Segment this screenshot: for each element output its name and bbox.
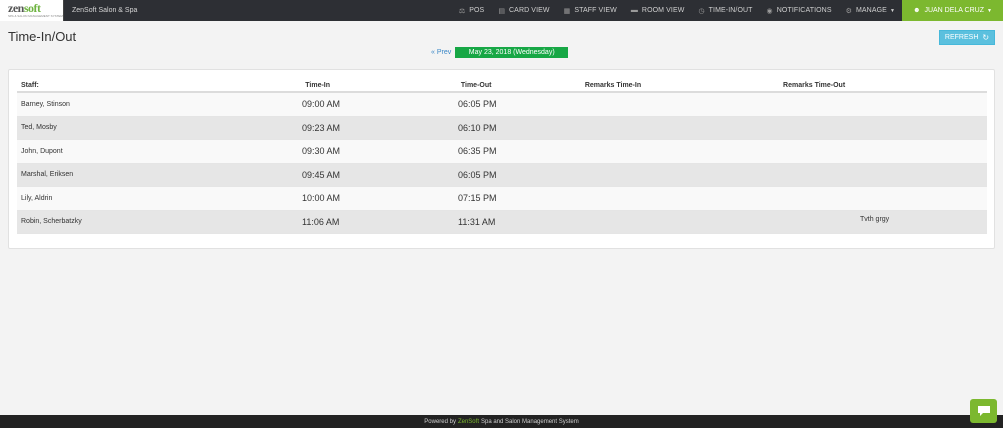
cell-time-in: 09:00 AM xyxy=(302,99,341,110)
cell-time-out: 06:05 PM xyxy=(458,169,497,180)
time-in-out-panel: Staff: Time-In Time-Out Remarks Time-In … xyxy=(8,69,995,249)
scale-icon: ⚖ xyxy=(458,7,466,15)
cell-staff: Lily, Aldrin xyxy=(21,194,53,202)
cell-time-in: 11:06 AM xyxy=(302,216,340,227)
table-row: Robin, Scherbatzky 11:06 AM 11:31 AM Tvt… xyxy=(17,210,987,234)
caret-down-icon: ▼ xyxy=(889,7,895,14)
user-icon: ☻ xyxy=(913,7,921,14)
date-navigator: « Prev May 23, 2018 (Wednesday) xyxy=(431,47,569,58)
nav-menu: ⚖ POS ▤ CARD VIEW ▦ STAFF VIEW ▬ ROOM VI… xyxy=(452,0,1003,21)
calendar-icon: ▦ xyxy=(563,7,571,15)
table-row: Lily, Aldrin 10:00 AM 07:15 PM xyxy=(17,187,987,211)
cell-time-out: 11:31 AM xyxy=(458,216,496,227)
header-remarks-time-out: Remarks Time-Out xyxy=(783,81,846,89)
cell-remarks-time-out: Tvth grgy xyxy=(860,215,890,223)
bed-icon: ▬ xyxy=(630,7,638,14)
gear-icon: ⚙ xyxy=(845,7,852,15)
page-title: Time-In/Out xyxy=(8,29,77,44)
refresh-button[interactable]: REFRESH ↻ xyxy=(939,30,995,45)
cell-staff: Ted, Mosby xyxy=(21,124,57,132)
nav-item-room-view[interactable]: ▬ ROOM VIEW xyxy=(624,0,692,21)
clock-icon: ◷ xyxy=(698,7,705,15)
shop-name: ZenSoft Salon & Spa xyxy=(72,7,138,14)
table-row: John, Dupont 09:30 AM 06:35 PM xyxy=(17,140,987,164)
card-icon: ▤ xyxy=(498,7,506,15)
table-row: Barney, Stinson 09:00 AM 06:05 PM xyxy=(17,93,987,117)
chat-button[interactable] xyxy=(970,399,997,423)
cell-time-in: 10:00 AM xyxy=(302,193,341,204)
table-row: Marshal, Eriksen 09:45 AM 06:05 PM xyxy=(17,163,987,187)
cell-staff: Barney, Stinson xyxy=(21,100,70,108)
nav-item-time-in-out[interactable]: ◷ TIME-IN/OUT xyxy=(691,0,759,21)
cell-staff: Marshal, Eriksen xyxy=(21,171,74,179)
user-menu-button[interactable]: ☻ JUAN DELA CRUZ ▼ xyxy=(902,0,1003,21)
nav-item-pos[interactable]: ⚖ POS xyxy=(452,0,491,21)
brand-logo[interactable]: zensoft SPA & SALON MANAGEMENT SYSTEM xyxy=(0,0,64,21)
bell-icon: ◉ xyxy=(766,7,773,15)
cell-staff: Robin, Scherbatzky xyxy=(21,218,82,226)
cell-time-out: 06:10 PM xyxy=(458,122,497,133)
cell-time-out: 06:35 PM xyxy=(458,146,497,157)
header-time-out: Time-Out xyxy=(460,81,492,89)
nav-item-notifications[interactable]: ◉ NOTIFICATIONS xyxy=(760,0,839,21)
footer: Powered by ZenSoft Spa and Salon Managem… xyxy=(0,415,1003,428)
time-in-out-table: Staff: Time-In Time-Out Remarks Time-In … xyxy=(17,79,987,234)
nav-item-staff-view[interactable]: ▦ STAFF VIEW xyxy=(557,0,624,21)
table-header: Staff: Time-In Time-Out Remarks Time-In … xyxy=(17,79,987,93)
prev-day-link[interactable]: « Prev xyxy=(431,49,451,56)
table-row: Ted, Mosby 09:23 AM 06:10 PM xyxy=(17,116,987,140)
cell-time-in: 09:30 AM xyxy=(302,146,341,157)
nav-item-manage[interactable]: ⚙ MANAGE ▼ xyxy=(839,0,902,21)
nav-item-card-view[interactable]: ▤ CARD VIEW xyxy=(491,0,556,21)
header-staff: Staff: xyxy=(21,81,39,89)
current-date-badge[interactable]: May 23, 2018 (Wednesday) xyxy=(455,47,569,58)
top-navbar: zensoft SPA & SALON MANAGEMENT SYSTEM Ze… xyxy=(0,0,1003,21)
footer-brand-link[interactable]: ZenSoft xyxy=(458,419,479,425)
cell-time-in: 09:45 AM xyxy=(302,169,341,180)
cell-time-out: 06:05 PM xyxy=(458,99,497,110)
cell-staff: John, Dupont xyxy=(21,147,63,155)
refresh-icon: ↻ xyxy=(982,33,990,42)
cell-time-in: 09:23 AM xyxy=(302,122,341,133)
cell-time-out: 07:15 PM xyxy=(458,193,497,204)
logo-text: zensoft xyxy=(8,1,41,15)
header-time-in: Time-In xyxy=(305,81,331,89)
caret-down-icon: ▼ xyxy=(986,7,992,14)
chat-icon xyxy=(977,406,990,416)
header-remarks-time-in: Remarks Time-In xyxy=(584,81,642,89)
logo-tagline: SPA & SALON MANAGEMENT SYSTEM xyxy=(8,14,63,18)
